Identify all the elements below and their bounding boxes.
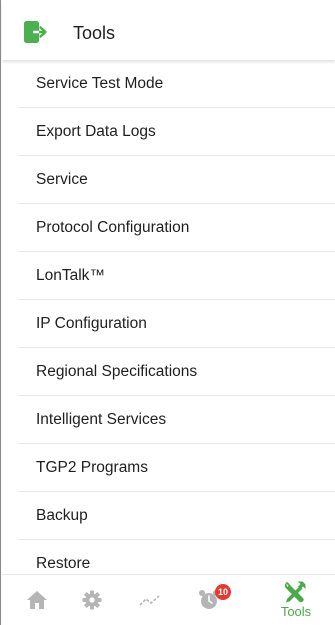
header-bar: Tools <box>2 0 335 60</box>
tools-screen: Tools Service Test Mode Export Data Logs… <box>0 0 335 625</box>
exit-arrow-icon[interactable] <box>24 21 48 43</box>
menu-item-ip-configuration[interactable]: IP Configuration <box>19 300 335 348</box>
menu-item-tgp2-programs[interactable]: TGP2 Programs <box>19 444 335 492</box>
trend-icon <box>139 595 160 606</box>
tools-icon <box>284 581 306 603</box>
menu-item-lontalk[interactable]: LonTalk™ <box>19 252 335 300</box>
home-icon <box>27 591 47 609</box>
nav-tools-label[interactable]: Tools <box>279 604 313 619</box>
tools-menu: Service Test Mode Export Data Logs Servi… <box>19 60 335 588</box>
nav-home[interactable] <box>16 575 56 625</box>
menu-item-regional-specifications[interactable]: Regional Specifications <box>19 348 335 396</box>
gear-icon <box>82 590 102 610</box>
alarm-count-badge: 10 <box>215 584 231 600</box>
nav-settings[interactable] <box>72 575 112 625</box>
menu-item-service[interactable]: Service <box>19 156 335 204</box>
menu-item-backup[interactable]: Backup <box>19 492 335 540</box>
menu-item-service-test-mode[interactable]: Service Test Mode <box>19 60 335 108</box>
menu-item-intelligent-services[interactable]: Intelligent Services <box>19 396 335 444</box>
page-title: Tools <box>73 23 116 43</box>
nav-alarms[interactable] <box>192 575 236 625</box>
nav-trends[interactable] <box>130 575 170 625</box>
menu-item-export-data-logs[interactable]: Export Data Logs <box>19 108 335 156</box>
bottom-navigation: 10 Tools <box>2 574 335 625</box>
menu-item-protocol-configuration[interactable]: Protocol Configuration <box>19 204 335 252</box>
